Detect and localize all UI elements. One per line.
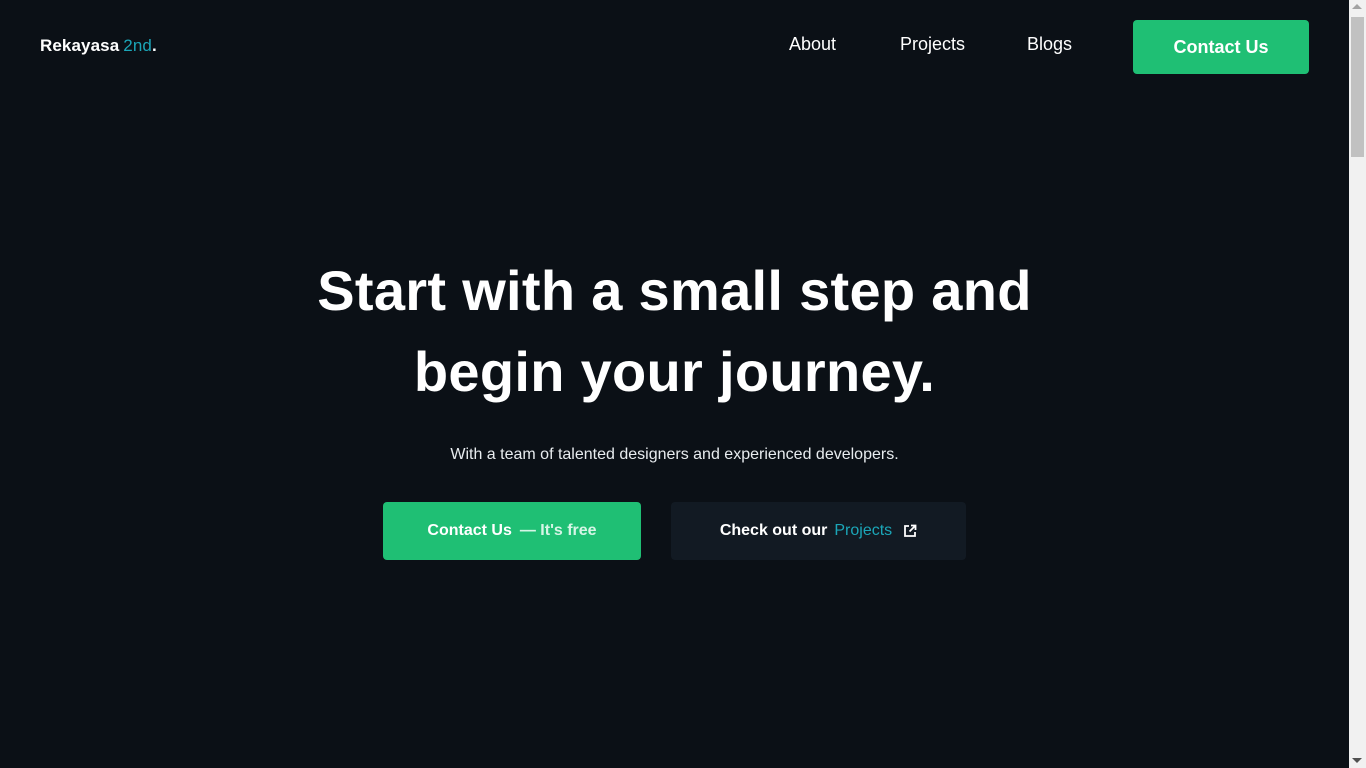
scroll-down-arrow-icon[interactable] <box>1352 758 1362 763</box>
hero-title-line-2: begin your journey. <box>413 340 936 403</box>
external-link-icon <box>903 524 917 538</box>
projects-button-accent: Projects <box>834 522 893 539</box>
site-header: Rekayasa 2nd. About Projects Blogs Contac… <box>0 0 1349 94</box>
projects-button-label: Check out our <box>719 522 828 539</box>
contact-free-button[interactable]: Contact Us — It's free <box>383 502 641 560</box>
nav-link-about[interactable]: About <box>789 34 836 55</box>
scrollbar-thumb[interactable] <box>1351 17 1364 157</box>
contact-free-label: Contact Us <box>427 522 512 539</box>
header-contact-button[interactable]: Contact Us <box>1133 20 1309 74</box>
projects-button[interactable]: Check out our Projects <box>671 502 966 560</box>
nav-link-blogs[interactable]: Blogs <box>1027 34 1072 55</box>
logo-dot: . <box>151 36 157 55</box>
site-logo[interactable]: Rekayasa 2nd. <box>40 36 157 56</box>
hero-title: Start with a small step and begin your j… <box>0 250 1349 412</box>
hero-subtitle: With a team of talented designers and ex… <box>450 446 899 463</box>
nav-link-projects[interactable]: Projects <box>900 34 965 55</box>
logo-name: Rekayasa <box>40 36 120 55</box>
scroll-up-arrow-icon[interactable] <box>1352 4 1362 9</box>
page: Rekayasa 2nd. About Projects Blogs Contac… <box>0 0 1349 768</box>
hero-title-line-1: Start with a small step and <box>317 259 1032 322</box>
logo-accent: 2nd <box>123 36 152 55</box>
contact-free-suffix: — It's free <box>519 522 597 539</box>
